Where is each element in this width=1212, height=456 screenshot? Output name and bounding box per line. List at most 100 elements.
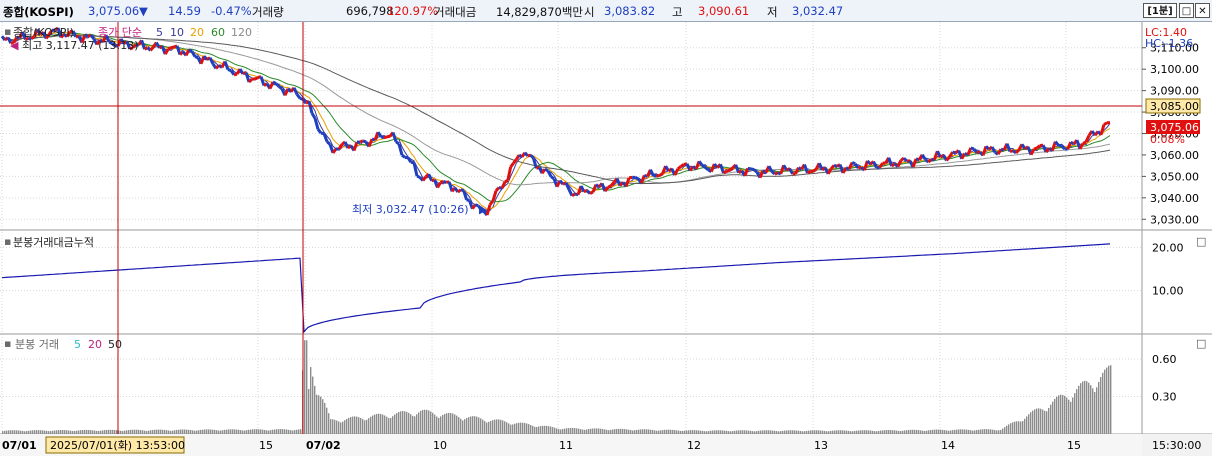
candle bbox=[504, 179, 509, 184]
panel-settings-icon[interactable]: □ bbox=[1196, 337, 1206, 350]
candle bbox=[812, 167, 818, 173]
volume-bar bbox=[688, 430, 690, 434]
candle bbox=[607, 184, 612, 189]
volume-bar bbox=[102, 430, 104, 434]
volume-bar bbox=[366, 419, 368, 434]
volume-bar bbox=[394, 414, 396, 434]
candle bbox=[84, 33, 89, 38]
volume-bar bbox=[644, 429, 646, 434]
volume-bar bbox=[320, 396, 322, 434]
volume-bar bbox=[1042, 409, 1044, 434]
volume-bar bbox=[728, 431, 730, 434]
volume-bar bbox=[272, 429, 274, 434]
volume-bar bbox=[870, 430, 872, 434]
volume-bar bbox=[528, 424, 530, 434]
volume-bar bbox=[168, 430, 170, 434]
volume-bar bbox=[564, 428, 566, 434]
volume-bar bbox=[464, 419, 466, 434]
legend-series-name: 종합(KOSPI) bbox=[13, 26, 74, 39]
volume-bar bbox=[550, 426, 552, 434]
volume-bar bbox=[784, 430, 786, 434]
volume-bar bbox=[1096, 387, 1098, 434]
volume-bar bbox=[1062, 394, 1064, 434]
volume-bar bbox=[432, 412, 434, 434]
volume-bar bbox=[696, 430, 698, 434]
volume-bar bbox=[866, 430, 868, 434]
volume-bar bbox=[6, 430, 8, 434]
volume-bar bbox=[714, 430, 716, 434]
volume-bar bbox=[356, 416, 358, 434]
volume-bar bbox=[776, 431, 778, 434]
volume-bar bbox=[640, 429, 642, 434]
volume-bar bbox=[830, 430, 832, 434]
volume-bar bbox=[756, 431, 758, 434]
volume-bar bbox=[1046, 411, 1048, 434]
volume-bar bbox=[604, 429, 606, 434]
volume-bar bbox=[898, 430, 900, 434]
volume-bar bbox=[142, 430, 144, 434]
volume-bar bbox=[502, 420, 504, 434]
chart-canvas[interactable]: 3,110.003,100.003,090.003,080.003,070.00… bbox=[0, 0, 1212, 456]
volume-bar bbox=[1030, 412, 1032, 434]
volume-bar bbox=[702, 430, 704, 434]
volume-bar bbox=[402, 411, 404, 434]
volume-bar bbox=[244, 430, 246, 434]
volume-bar bbox=[514, 423, 516, 434]
volume-panel-title: 분봉 거래 bbox=[15, 338, 59, 351]
candle bbox=[680, 163, 685, 168]
volume-bar bbox=[262, 429, 264, 434]
volume-bar bbox=[540, 426, 542, 434]
volume-bar bbox=[966, 429, 968, 434]
volume-ma5: 5 bbox=[74, 338, 81, 351]
volume-bar bbox=[468, 417, 470, 434]
volume-bar bbox=[1092, 388, 1094, 434]
candle bbox=[170, 45, 175, 50]
volume-bar bbox=[360, 418, 362, 434]
candle bbox=[704, 166, 710, 171]
candle bbox=[247, 77, 254, 84]
volume-bar bbox=[1060, 394, 1062, 434]
volume-bar bbox=[974, 430, 976, 434]
volume-bar bbox=[930, 430, 932, 434]
volume-bar bbox=[340, 422, 342, 434]
volume-bar bbox=[622, 428, 624, 434]
volume-bar bbox=[918, 430, 920, 434]
volume-bar bbox=[36, 430, 38, 434]
volume-bar bbox=[96, 430, 98, 434]
volume-bar bbox=[1036, 408, 1038, 434]
volume-bar bbox=[498, 419, 500, 434]
volume-bar bbox=[1102, 372, 1104, 434]
legend-ma60: 60 bbox=[211, 26, 225, 39]
volume-bar bbox=[934, 429, 936, 434]
legend-ma120: 120 bbox=[231, 26, 252, 39]
volume-bar bbox=[1026, 416, 1028, 434]
y-tick-label: 3,060.00 bbox=[1150, 149, 1199, 162]
volume-bar bbox=[956, 429, 958, 434]
volume-bar bbox=[414, 416, 416, 434]
x-tick-label: 11 bbox=[559, 439, 573, 452]
volume-bar bbox=[150, 430, 152, 434]
low-annotation: 최저 3,032.47 (10:26) bbox=[352, 203, 469, 216]
volume-bar bbox=[1016, 421, 1018, 434]
volume-bar bbox=[308, 389, 310, 434]
volume-bar bbox=[862, 430, 864, 434]
volume-bar bbox=[922, 430, 924, 434]
volume-bar bbox=[364, 420, 366, 434]
volume-bar bbox=[252, 429, 254, 434]
candle bbox=[752, 168, 758, 174]
volume-bar bbox=[1084, 380, 1086, 434]
volume-bar bbox=[504, 421, 506, 434]
volume-bar bbox=[500, 419, 502, 434]
volume-bar bbox=[510, 424, 512, 434]
volume-bar bbox=[306, 340, 308, 434]
volume-bar bbox=[516, 423, 518, 434]
volume-bar bbox=[802, 431, 804, 434]
panel-settings-icon[interactable]: □ bbox=[1196, 235, 1206, 248]
volume-bar bbox=[224, 429, 226, 434]
candle bbox=[416, 174, 421, 179]
volume-bar bbox=[52, 430, 54, 434]
volume-bar bbox=[1050, 404, 1052, 434]
volume-bar bbox=[994, 429, 996, 434]
volume-bar bbox=[116, 430, 118, 434]
volume-bar bbox=[1064, 395, 1066, 434]
